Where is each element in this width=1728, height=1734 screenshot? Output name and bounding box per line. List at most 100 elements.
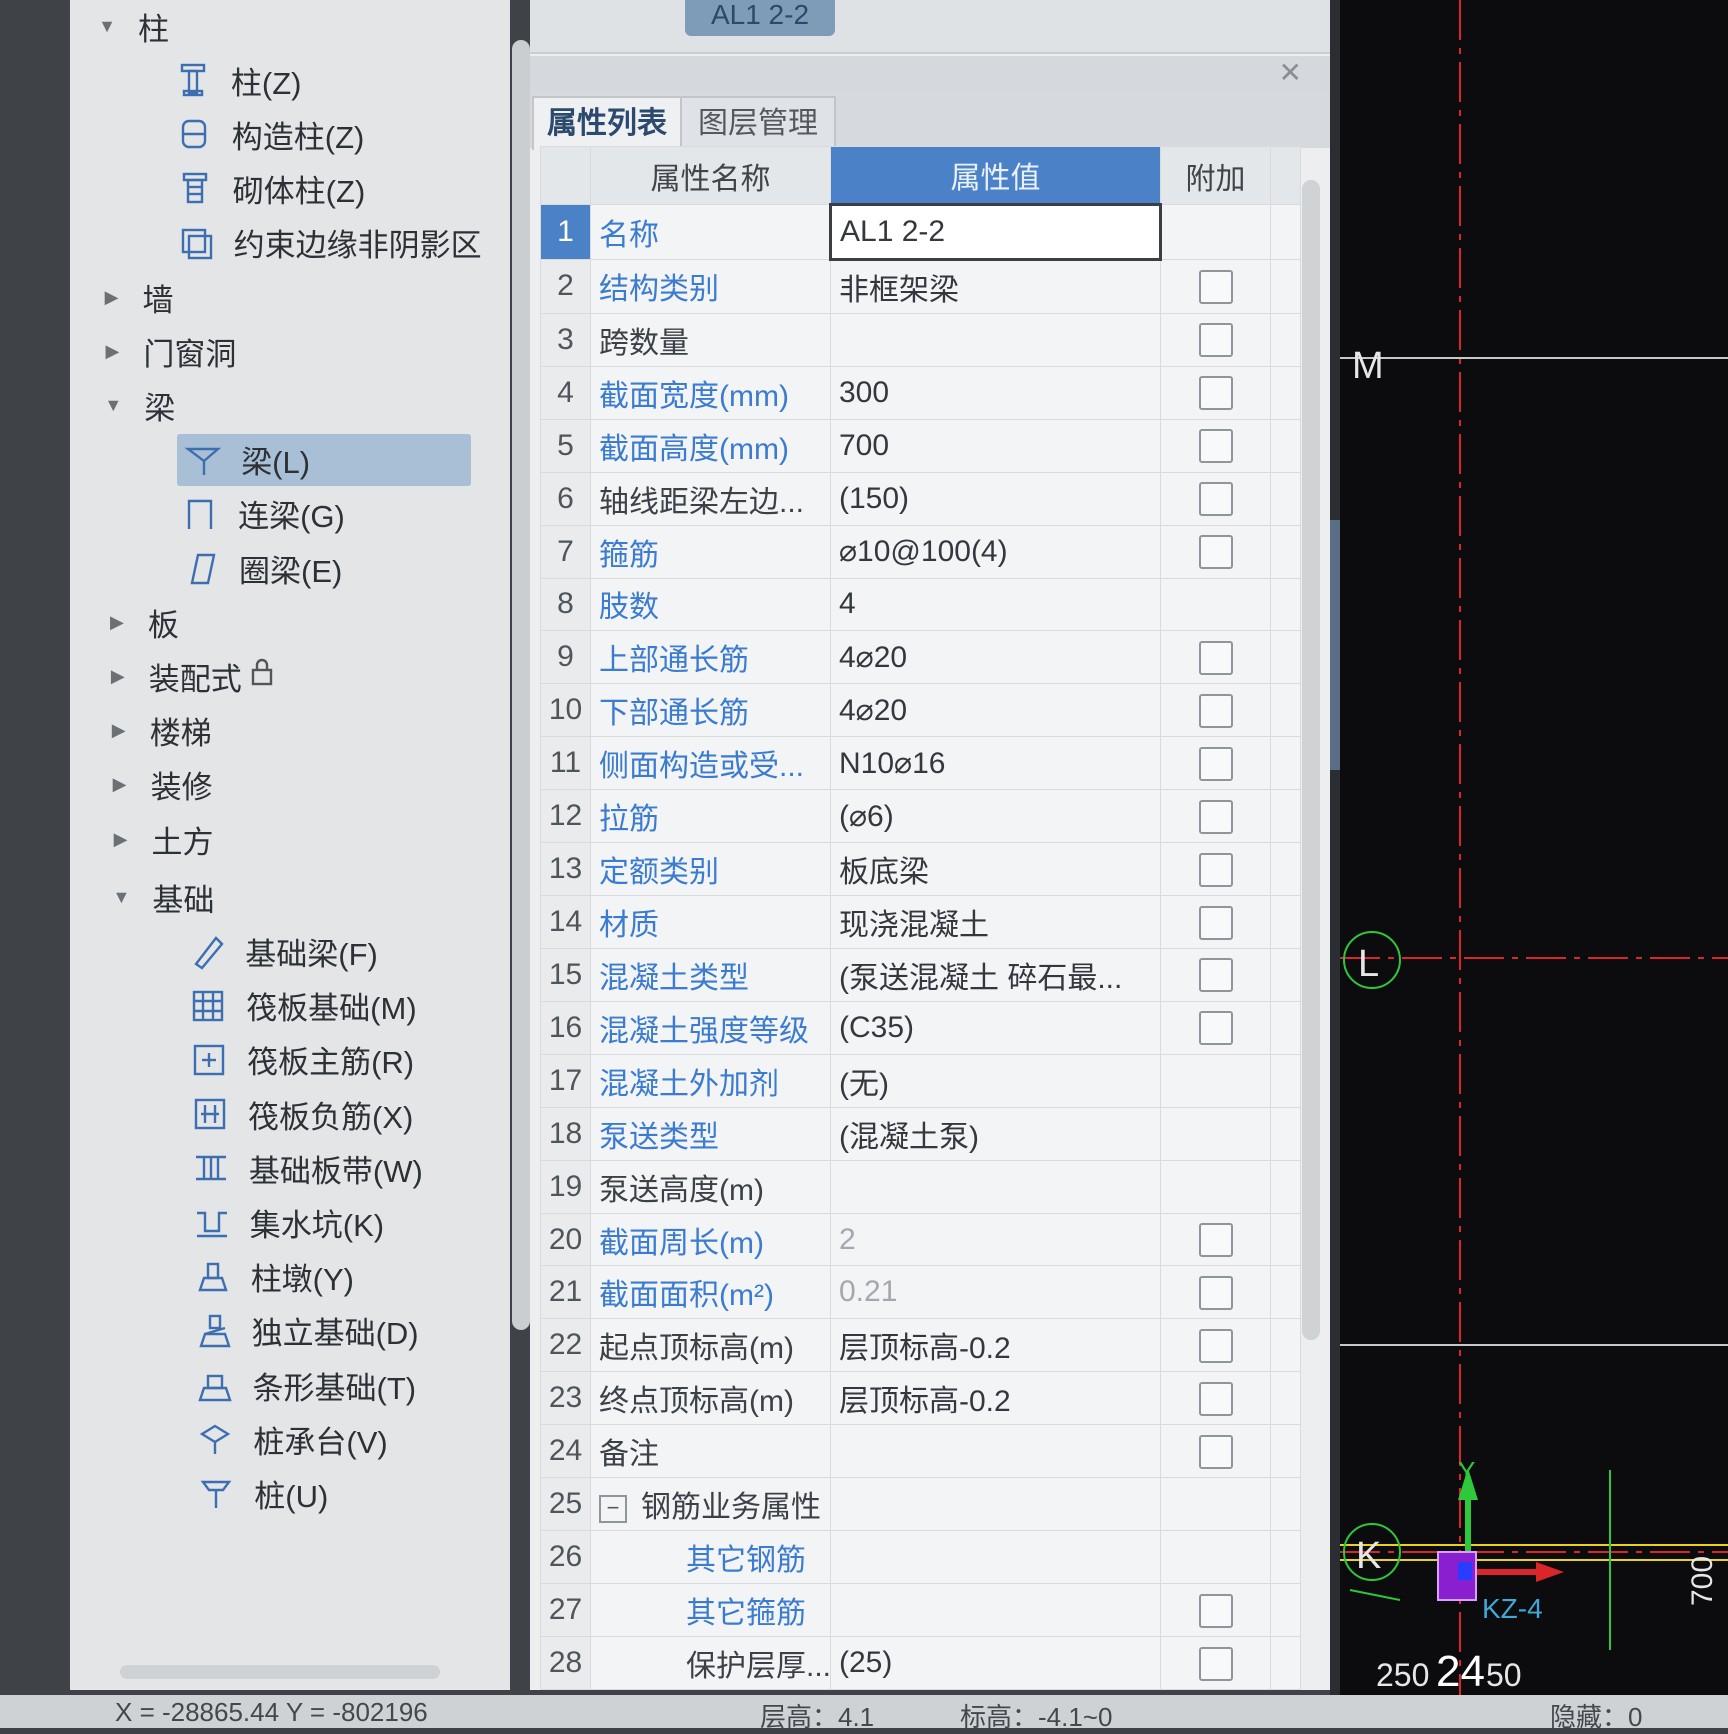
tree-item-25[interactable]: 条形基础(T) (193, 1359, 416, 1411)
extra-checkbox[interactable] (1198, 693, 1233, 728)
property-row[interactable]: 4 截面宽度(mm) 300 (540, 365, 1301, 420)
property-row[interactable]: 8 肢数 4 (540, 577, 1301, 632)
current-component-chip[interactable]: AL1 2-2 (685, 0, 835, 36)
extra-checkbox[interactable] (1198, 1275, 1233, 1310)
expand-arrow-icon[interactable]: ▼ (108, 887, 134, 908)
collapse-arrow-icon[interactable]: ▶ (99, 287, 125, 308)
property-row[interactable]: 3 跨数量 (540, 312, 1301, 367)
property-row[interactable]: 23 终点顶标高(m) 层顶标高-0.2 (540, 1371, 1301, 1426)
property-row[interactable]: 27 其它箍筋 (540, 1583, 1301, 1637)
property-value[interactable]: 4 (830, 577, 1161, 632)
tab-property-list[interactable]: 属性列表 (532, 96, 682, 150)
extra-checkbox[interactable] (1198, 958, 1233, 993)
property-row[interactable]: 7 箍筋 ⌀10@100(4) (540, 524, 1301, 579)
property-row[interactable]: 1 名称 AL1 2-2 (540, 203, 1301, 261)
extra-checkbox[interactable] (1198, 1434, 1233, 1469)
tab-layer-management[interactable]: 图层管理 (680, 96, 836, 150)
collapse-arrow-icon[interactable]: ▶ (106, 720, 132, 741)
grid-vertical-scrollbar[interactable] (1302, 180, 1320, 1340)
tree-vertical-scrollbar[interactable] (512, 40, 530, 1330)
property-value[interactable] (830, 1583, 1161, 1637)
property-value[interactable]: (泵送混凝土 碎石最... (830, 947, 1161, 1002)
extra-header[interactable]: 附加 (1160, 146, 1271, 205)
tree-group-14[interactable]: ▶ 装修 (107, 759, 213, 811)
property-row[interactable]: 10 下部通长筋 4⌀20 (540, 683, 1301, 738)
tree-item-3[interactable]: 砌体柱(Z) (173, 163, 365, 215)
collapse-arrow-icon[interactable]: ▶ (105, 666, 131, 687)
property-value[interactable]: 层顶标高-0.2 (830, 1318, 1161, 1373)
property-value[interactable]: 非框架梁 (830, 258, 1161, 314)
collapse-arrow-icon[interactable]: ▶ (108, 829, 134, 850)
property-row[interactable]: 6 轴线距梁左边... (150) (540, 471, 1301, 526)
tree-item-9[interactable]: 连梁(G) (178, 488, 345, 540)
extra-checkbox[interactable] (1198, 1223, 1233, 1258)
extra-checkbox[interactable] (1198, 482, 1233, 517)
extra-checkbox[interactable] (1198, 429, 1233, 464)
property-value[interactable]: 300 (830, 365, 1161, 420)
tree-item-10[interactable]: 圈梁(E) (179, 542, 342, 594)
property-row[interactable]: 19 泵送高度(m) (540, 1159, 1301, 1214)
tree-group-12[interactable]: ▶ 装配式 (105, 650, 274, 702)
tree-group-5[interactable]: ▶ 墙 (99, 271, 174, 323)
tree-horizontal-scrollbar[interactable] (120, 1665, 440, 1679)
extra-checkbox[interactable] (1198, 376, 1233, 411)
property-value[interactable]: 现浇混凝土 (830, 895, 1161, 949)
collapse-group-icon[interactable]: − (599, 1495, 627, 1524)
collapse-arrow-icon[interactable]: ▶ (104, 612, 130, 633)
tree-group-7[interactable]: ▼ 梁 (100, 379, 175, 431)
close-icon[interactable]: ✕ (1279, 56, 1302, 89)
tree-item-8[interactable]: 梁(L) (177, 433, 472, 486)
property-value[interactable]: N10⌀16 (830, 736, 1161, 791)
tree-item-23[interactable]: 柱墩(Y) (191, 1251, 354, 1303)
tree-item-24[interactable]: 独立基础(D) (192, 1305, 419, 1357)
tree-item-1[interactable]: 柱(Z) (171, 54, 301, 106)
property-value[interactable]: 层顶标高-0.2 (830, 1371, 1161, 1426)
tree-item-27[interactable]: 桩(U) (194, 1467, 328, 1519)
extra-checkbox[interactable] (1198, 1328, 1233, 1363)
expand-arrow-icon[interactable]: ▼ (100, 395, 126, 416)
extra-checkbox[interactable] (1198, 1646, 1233, 1681)
property-value[interactable]: 4⌀20 (830, 630, 1161, 685)
extra-checkbox[interactable] (1198, 1011, 1233, 1046)
property-value-header[interactable]: 属性值 (830, 146, 1161, 205)
expand-arrow-icon[interactable]: ▼ (94, 16, 120, 37)
extra-checkbox[interactable] (1198, 323, 1233, 358)
collapse-arrow-icon[interactable]: ▶ (99, 341, 125, 362)
extra-checkbox[interactable] (1198, 1381, 1233, 1416)
tree-item-21[interactable]: 基础板带(W) (189, 1142, 423, 1194)
property-value[interactable]: 板底梁 (830, 842, 1161, 897)
property-value[interactable]: 2 (830, 1212, 1161, 1267)
property-value[interactable] (830, 1159, 1161, 1214)
collapse-arrow-icon[interactable]: ▶ (107, 774, 133, 795)
tree-item-2[interactable]: 构造柱(Z) (172, 108, 364, 160)
property-row[interactable]: 16 混凝土强度等级 (C35) (540, 1000, 1301, 1055)
extra-checkbox[interactable] (1198, 799, 1233, 834)
property-value[interactable]: (混凝土泵) (830, 1106, 1161, 1161)
property-row[interactable]: 25− 钢筋业务属性 (540, 1477, 1301, 1532)
tree-item-20[interactable]: 筏板负筋(X) (188, 1088, 413, 1140)
tree-group-13[interactable]: ▶ 楼梯 (106, 705, 212, 757)
property-row[interactable]: 14 材质 现浇混凝土 (540, 895, 1301, 949)
property-row[interactable]: 28 保护层厚... (25) (540, 1635, 1301, 1691)
property-value[interactable]: ⌀10@100(4) (830, 524, 1161, 579)
tree-item-22[interactable]: 集水坑(K) (190, 1196, 384, 1248)
tree-item-19[interactable]: 筏板主筋(R) (187, 1034, 414, 1086)
property-row[interactable]: 2 结构类别 非框架梁 (540, 258, 1301, 314)
tree-group-0[interactable]: ▼ 柱 (94, 0, 169, 52)
property-row[interactable]: 13 定额类别 板底梁 (540, 842, 1301, 897)
property-value[interactable] (830, 1424, 1161, 1479)
tree-item-18[interactable]: 筏板基础(M) (186, 980, 417, 1032)
property-row[interactable]: 15 混凝土类型 (泵送混凝土 碎石最... (540, 947, 1301, 1002)
property-row[interactable]: 22 起点顶标高(m) 层顶标高-0.2 (540, 1318, 1301, 1373)
property-value[interactable]: (C35) (830, 1000, 1161, 1055)
property-value[interactable]: (⌀6) (830, 789, 1161, 844)
cad-drawing-canvas[interactable]: M L K Y KZ-4 250 24 50 700 (1340, 0, 1728, 1695)
tree-item-4[interactable]: 约束边缘非阴影区 (174, 217, 482, 269)
property-row[interactable]: 20 截面周长(m) 2 (540, 1212, 1301, 1267)
property-value[interactable]: 0.21 (830, 1265, 1161, 1320)
extra-checkbox[interactable] (1198, 905, 1233, 940)
property-row[interactable]: 5 截面高度(mm) 700 (540, 418, 1301, 473)
extra-checkbox[interactable] (1198, 746, 1233, 781)
property-value[interactable] (830, 312, 1161, 367)
extra-checkbox[interactable] (1198, 640, 1233, 675)
